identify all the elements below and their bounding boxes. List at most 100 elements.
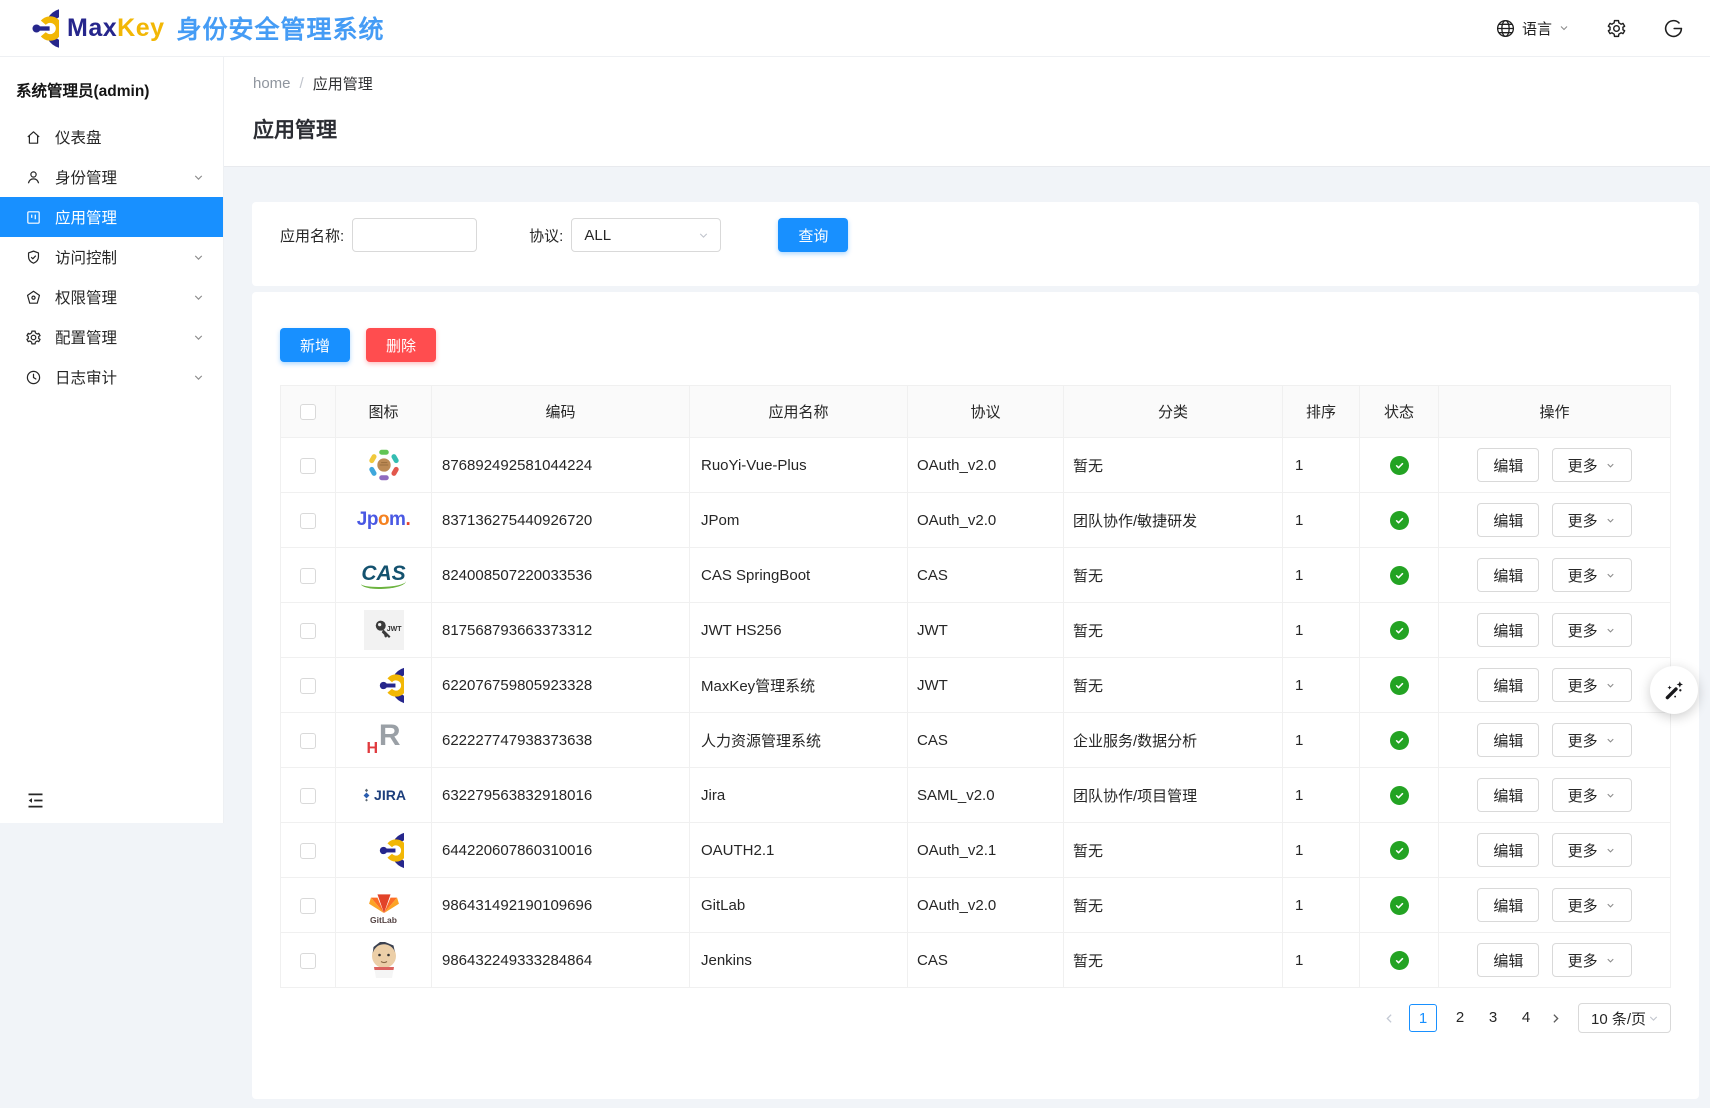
edit-button[interactable]: 编辑 — [1477, 503, 1539, 537]
more-button[interactable]: 更多 — [1552, 888, 1632, 922]
sidebar-item-label: 应用管理 — [55, 206, 205, 228]
apps-icon — [25, 209, 42, 226]
more-button[interactable]: 更多 — [1552, 613, 1632, 647]
menu-fold-icon[interactable] — [25, 790, 46, 811]
edit-button[interactable]: 编辑 — [1477, 448, 1539, 482]
edit-button[interactable]: 编辑 — [1477, 558, 1539, 592]
main-content: home / 应用管理 应用管理 应用名称: 协议: ALL 查询 新增 删除 — [224, 57, 1710, 1108]
sidebar-item-permission[interactable]: 权限管理 — [0, 277, 223, 317]
more-button-label: 更多 — [1568, 510, 1598, 531]
page-button-1[interactable]: 1 — [1409, 1004, 1437, 1032]
more-button[interactable]: 更多 — [1552, 833, 1632, 867]
cell-icon: RH — [336, 713, 432, 768]
app-icon-gitlab: GitLab — [361, 882, 407, 928]
shield-icon — [25, 249, 42, 266]
sidebar-item-config[interactable]: 配置管理 — [0, 317, 223, 357]
edit-button[interactable]: 编辑 — [1477, 723, 1539, 757]
cell-action: 编辑 更多 — [1439, 933, 1671, 988]
page-button-3[interactable]: 3 — [1483, 1004, 1503, 1032]
cell-protocol: SAML_v2.0 — [908, 768, 1064, 823]
breadcrumb: home / 应用管理 — [253, 57, 1710, 94]
edit-button[interactable]: 编辑 — [1477, 888, 1539, 922]
edit-button[interactable]: 编辑 — [1477, 668, 1539, 702]
app-icon-cas: CAS — [361, 552, 407, 598]
cell-action: 编辑 更多 — [1439, 768, 1671, 823]
protocol-select[interactable]: ALL — [571, 218, 721, 252]
sidebar-item-access[interactable]: 访问控制 — [0, 237, 223, 277]
more-button-label: 更多 — [1568, 620, 1598, 641]
language-menu[interactable]: 语言 — [1495, 18, 1570, 39]
edit-button[interactable]: 编辑 — [1477, 613, 1539, 647]
more-button[interactable]: 更多 — [1552, 943, 1632, 977]
cell-code: 644220607860310016 — [432, 823, 690, 878]
more-button[interactable]: 更多 — [1552, 668, 1632, 702]
edit-button[interactable]: 编辑 — [1477, 943, 1539, 977]
edit-button[interactable]: 编辑 — [1477, 833, 1539, 867]
settings-icon[interactable] — [1606, 18, 1627, 39]
cell-protocol: JWT — [908, 603, 1064, 658]
row-checkbox[interactable] — [300, 953, 316, 969]
row-checkbox[interactable] — [300, 458, 316, 474]
row-checkbox[interactable] — [300, 568, 316, 584]
page-button-2[interactable]: 2 — [1450, 1004, 1470, 1032]
row-checkbox[interactable] — [300, 513, 316, 529]
row-checkbox[interactable] — [300, 733, 316, 749]
cell-name: 人力资源管理系统 — [690, 713, 908, 768]
next-page-icon[interactable] — [1549, 1012, 1562, 1025]
apps-table: 图标 编码 应用名称 协议 分类 排序 状态 操作 8768 — [280, 385, 1671, 988]
brand-subtitle: 身份安全管理系统 — [177, 10, 385, 46]
edit-button[interactable]: 编辑 — [1477, 778, 1539, 812]
cell-sort: 1 — [1283, 493, 1360, 548]
chevron-down-icon — [192, 371, 205, 384]
delete-button[interactable]: 删除 — [366, 328, 436, 362]
table-row: JIRA 632279563832918016 Jira SAML_v2.0 团… — [281, 768, 1671, 823]
column-status: 状态 — [1360, 386, 1439, 438]
clock-icon — [25, 369, 42, 386]
column-icon: 图标 — [336, 386, 432, 438]
sidebar-item-apps[interactable]: 应用管理 — [0, 197, 223, 237]
more-button[interactable]: 更多 — [1552, 778, 1632, 812]
select-all-checkbox[interactable] — [300, 404, 316, 420]
more-button[interactable]: 更多 — [1552, 723, 1632, 757]
sidebar-item-label: 日志审计 — [55, 366, 192, 388]
add-button[interactable]: 新增 — [280, 328, 350, 362]
sidebar-item-audit[interactable]: 日志审计 — [0, 357, 223, 397]
search-button[interactable]: 查询 — [778, 218, 848, 252]
cell-icon — [336, 658, 432, 713]
table-row: RH 622227747938373638 人力资源管理系统 CAS 企业服务/… — [281, 713, 1671, 768]
page-button-4[interactable]: 4 — [1516, 1004, 1536, 1032]
cell-checkbox — [281, 493, 336, 548]
prev-page-icon[interactable] — [1383, 1012, 1396, 1025]
magic-wand-button[interactable] — [1650, 666, 1698, 714]
cell-category: 暂无 — [1064, 823, 1283, 878]
cell-sort: 1 — [1283, 548, 1360, 603]
more-button[interactable]: 更多 — [1552, 503, 1632, 537]
protocol-select-value: ALL — [584, 227, 611, 244]
top-header: MaxKey 身份安全管理系统 语言 — [0, 0, 1710, 57]
chevron-down-icon — [1605, 900, 1616, 911]
sidebar-item-dashboard[interactable]: 仪表盘 — [0, 117, 223, 157]
cell-status — [1360, 603, 1439, 658]
cell-sort: 1 — [1283, 768, 1360, 823]
sidebar-item-identity[interactable]: 身份管理 — [0, 157, 223, 197]
breadcrumb-home[interactable]: home — [253, 75, 291, 92]
more-button[interactable]: 更多 — [1552, 448, 1632, 482]
app-name-input[interactable] — [352, 218, 477, 252]
logout-icon[interactable] — [1663, 18, 1684, 39]
more-button[interactable]: 更多 — [1552, 558, 1632, 592]
app-icon-maxkey — [361, 827, 407, 873]
chevron-down-icon — [192, 171, 205, 184]
page-size-select[interactable]: 10 条/页 — [1578, 1003, 1671, 1033]
user-icon — [25, 169, 42, 186]
sidebar-item-label: 访问控制 — [55, 246, 192, 268]
cell-action: 编辑 更多 — [1439, 493, 1671, 548]
row-checkbox[interactable] — [300, 623, 316, 639]
more-button-label: 更多 — [1568, 455, 1598, 476]
sidebar-item-label: 身份管理 — [55, 166, 192, 188]
row-checkbox[interactable] — [300, 898, 316, 914]
row-checkbox[interactable] — [300, 843, 316, 859]
row-checkbox[interactable] — [300, 678, 316, 694]
row-checkbox[interactable] — [300, 788, 316, 804]
cell-checkbox — [281, 658, 336, 713]
sidebar: 系统管理员(admin) 仪表盘 身份管理 应用管理 访问控制 权限管理 配置管… — [0, 57, 224, 823]
